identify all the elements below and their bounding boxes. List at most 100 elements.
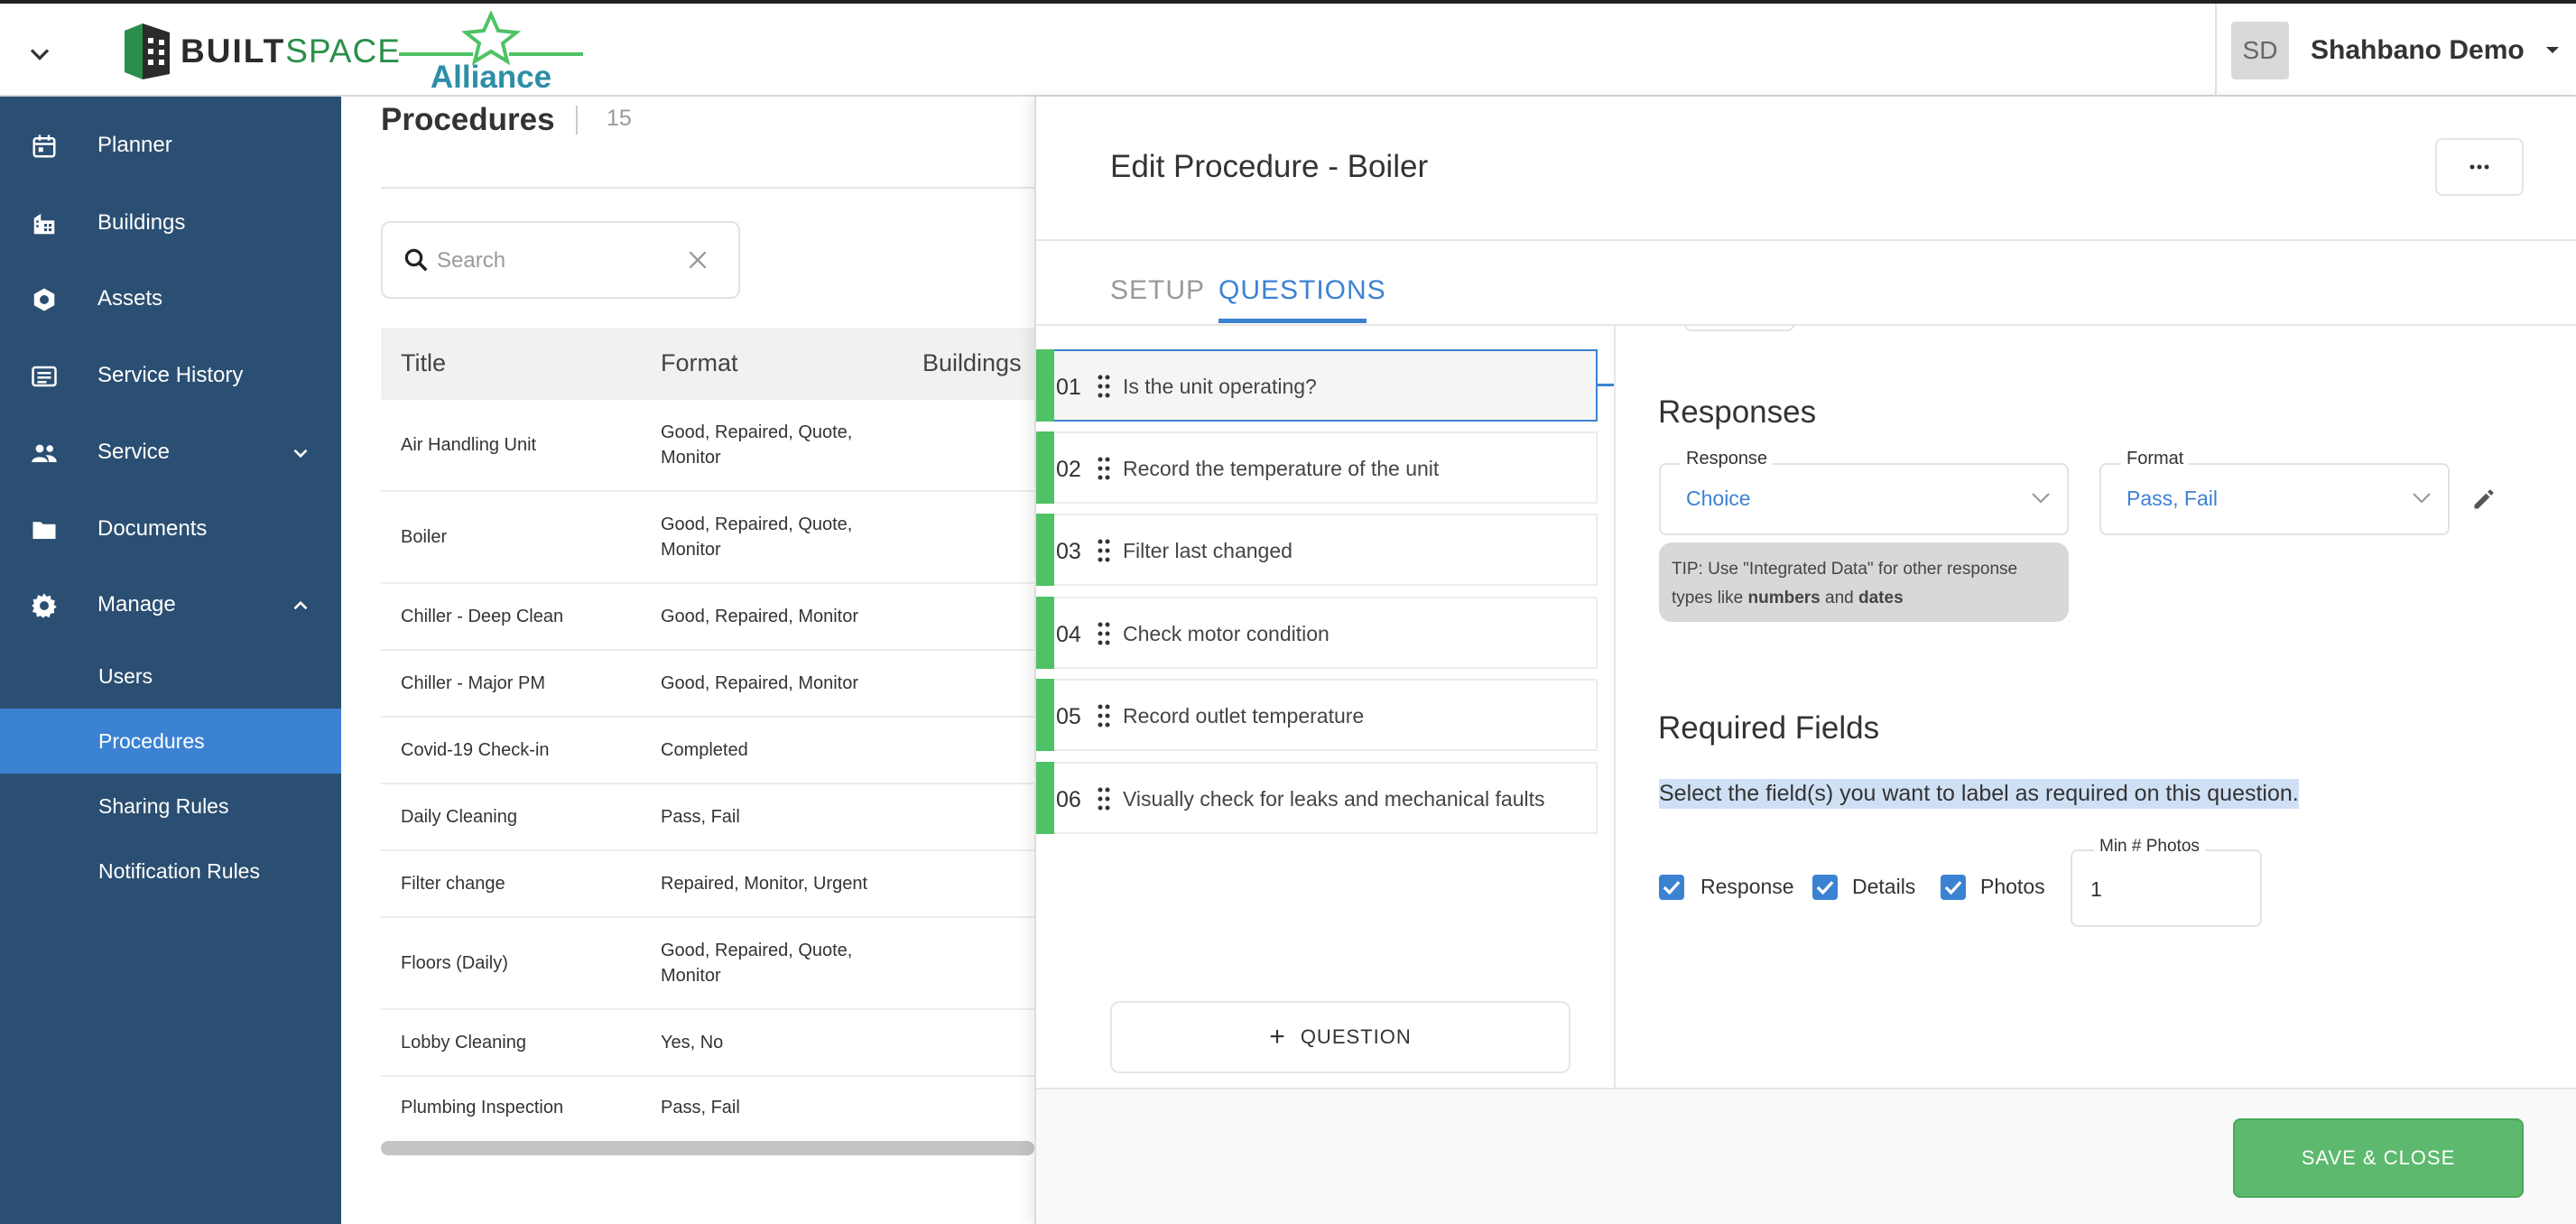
divider [381, 187, 1034, 189]
question-item[interactable]: 04 Check motor condition [1036, 597, 1598, 669]
divider [576, 106, 578, 134]
sidebar-item-notification-rules[interactable]: Notification Rules [0, 839, 341, 904]
drag-handle-icon[interactable] [1098, 704, 1110, 728]
panel-footer: SAVE & CLOSE [1036, 1090, 2576, 1224]
search-input[interactable] [437, 243, 672, 279]
question-item[interactable]: 05 Record outlet temperature [1036, 679, 1598, 751]
sidebar-item-planner[interactable]: Planner [0, 113, 341, 178]
question-number: 01 [1056, 375, 1081, 400]
clear-icon[interactable] [686, 248, 709, 272]
sidebar-item-service-history[interactable]: Service History [0, 343, 341, 408]
divider [1036, 239, 2576, 241]
column-header-format[interactable]: Format [661, 349, 738, 377]
user-menu[interactable]: SD Shahbano Demo [2215, 4, 2576, 97]
row-title: Lobby Cleaning [401, 1033, 526, 1052]
question-item[interactable]: 06 Visually check for leaks and mechanic… [1036, 762, 1598, 834]
more-horizontal-icon [2469, 164, 2489, 170]
row-format: Pass, Fail [661, 807, 740, 827]
panel-title: Edit Procedure - Boiler [1110, 149, 1429, 184]
response-checkbox[interactable] [1659, 875, 1684, 900]
min-photos-input[interactable] [2090, 873, 2235, 905]
sidebar-item-buildings[interactable]: Buildings [0, 190, 341, 255]
drag-handle-icon[interactable] [1098, 457, 1110, 480]
table-row[interactable]: Boiler Good, Repaired, Quote, Monitor [381, 492, 1034, 584]
row-format: Good, Repaired, Monitor [661, 673, 859, 693]
edit-pencil-icon[interactable] [2471, 487, 2497, 512]
sidebar-item-label: Sharing Rules [98, 793, 229, 818]
question-item[interactable]: 03 Filter last changed [1036, 514, 1598, 586]
column-header-title[interactable]: Title [401, 349, 446, 377]
procedures-list: Procedures 15 Title Format Buildings Air… [341, 97, 1034, 1224]
drag-handle-icon[interactable] [1098, 539, 1110, 562]
table-row[interactable]: Floors (Daily) Good, Repaired, Quote, Mon… [381, 918, 1034, 1010]
builtspace-logo[interactable]: BUILTSPACE [123, 20, 401, 83]
alliance-logo-text: Alliance [430, 60, 552, 95]
builtspace-logo-text: BUILTSPACE [181, 32, 401, 70]
chevron-down-icon [2412, 492, 2432, 505]
drag-handle-icon[interactable] [1098, 622, 1110, 645]
question-item[interactable]: 01 Is the unit operating? [1036, 349, 1598, 422]
sidebar-item-manage[interactable]: Manage [0, 572, 341, 637]
table-row[interactable]: Covid-19 Check-in Completed [381, 718, 1034, 784]
table-row[interactable]: Filter change Repaired, Monitor, Urgent [381, 851, 1034, 918]
procedure-count: 15 [607, 106, 632, 131]
row-title: Air Handling Unit [401, 435, 537, 455]
response-checkbox-label[interactable]: Response [1700, 875, 1794, 899]
row-format: Yes, No [661, 1033, 724, 1052]
photos-checkbox[interactable] [1941, 875, 1966, 900]
sidebar-item-documents[interactable]: Documents [0, 496, 341, 561]
details-checkbox[interactable] [1812, 875, 1838, 900]
search-box[interactable] [381, 221, 740, 299]
table-row[interactable]: Chiller - Deep Clean Good, Repaired, Mon… [381, 584, 1034, 651]
alliance-logo[interactable]: Alliance [395, 11, 587, 97]
sidebar-item-label: Manage [97, 592, 176, 617]
tab-setup[interactable]: SETUP [1110, 275, 1205, 306]
drag-handle-icon[interactable] [1098, 787, 1110, 811]
min-photos-field[interactable] [2071, 849, 2262, 927]
responses-section-title: Responses [1658, 394, 1817, 430]
more-options-button[interactable] [2435, 138, 2524, 196]
details-checkbox-label[interactable]: Details [1852, 875, 1915, 899]
sidebar-item-sharing-rules[interactable]: Sharing Rules [0, 774, 341, 839]
sidebar-item-users[interactable]: Users [0, 644, 341, 709]
chevron-up-icon[interactable] [289, 594, 312, 617]
question-number: 02 [1056, 457, 1081, 482]
question-status-bar [1036, 762, 1054, 834]
sidebar-item-assets[interactable]: Assets [0, 266, 341, 331]
caret-down-icon[interactable] [2544, 45, 2561, 56]
row-title: Daily Cleaning [401, 807, 517, 827]
table-row[interactable]: Chiller - Major PM Good, Repaired, Monit… [381, 651, 1034, 718]
row-title: Plumbing Inspection [401, 1098, 564, 1117]
builtspace-logo-icon [125, 23, 170, 79]
table-row[interactable]: Lobby Cleaning Yes, No [381, 1010, 1034, 1077]
question-item[interactable]: 02 Record the temperature of the unit [1036, 431, 1598, 504]
table-row[interactable]: Air Handling Unit Good, Repaired, Quote,… [381, 400, 1034, 492]
column-header-buildings[interactable]: Buildings [922, 349, 1022, 377]
format-select[interactable]: Pass, Fail [2099, 463, 2450, 535]
sidebar-item-label: Procedures [98, 728, 205, 753]
question-number: 03 [1056, 539, 1081, 564]
photos-checkbox-label[interactable]: Photos [1980, 875, 2045, 899]
row-title: Chiller - Deep Clean [401, 607, 564, 626]
sidebar-item-label: Buildings [97, 210, 186, 235]
user-name[interactable]: Shahbano Demo [2311, 35, 2525, 66]
menu-collapse-chevron-icon[interactable] [23, 38, 56, 70]
response-select[interactable]: Choice [1659, 463, 2069, 535]
response-label: Response [1681, 449, 1774, 469]
chevron-down-icon[interactable] [289, 441, 312, 465]
table-row[interactable]: Plumbing Inspection Pass, Fail [381, 1077, 1034, 1140]
sidebar-item-label: Notification Rules [98, 858, 260, 883]
save-and-close-button[interactable]: SAVE & CLOSE [2233, 1118, 2524, 1198]
sidebar-item-service[interactable]: Service [0, 420, 341, 485]
question-number: 06 [1056, 787, 1081, 812]
avatar[interactable]: SD [2231, 21, 2289, 79]
top-bar: BUILTSPACE Alliance SD Shahbano Demo [0, 0, 2576, 97]
drag-handle-icon[interactable] [1098, 375, 1110, 398]
add-question-button[interactable]: + QUESTION [1110, 1001, 1571, 1073]
table-row[interactable]: Daily Cleaning Pass, Fail [381, 784, 1034, 851]
required-fields-description: Select the field(s) you want to label as… [1659, 779, 2299, 809]
tab-questions[interactable]: QUESTIONS [1219, 275, 1386, 306]
edit-procedure-panel: Edit Procedure - Boiler SETUP QUESTIONS … [1034, 97, 2576, 1224]
sidebar-item-procedures[interactable]: Procedures [0, 709, 341, 774]
horizontal-scrollbar[interactable] [381, 1141, 1034, 1155]
